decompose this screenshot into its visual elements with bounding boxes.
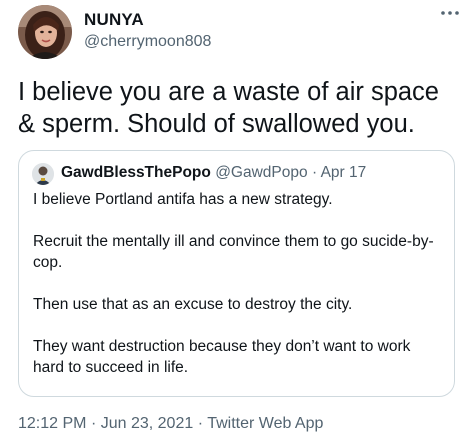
tweet: NUNYA @cherrymoon808 I believe you are a… xyxy=(0,0,474,442)
tweet-meta: 12:12 PM · Jun 23, 2021 · Twitter Web Ap… xyxy=(18,415,323,433)
author-avatar[interactable] xyxy=(18,5,72,59)
quoted-author-name[interactable]: GawdBlessThePopo xyxy=(61,164,211,181)
author-name[interactable]: NUNYA xyxy=(84,10,144,30)
quoted-paragraph: Recruit the mentally ill and convince th… xyxy=(33,233,434,271)
quoted-tweet-header: GawdBlessThePopo @GawdPopo · Apr 17 xyxy=(61,164,366,182)
quoted-tweet-body: I believe Portland antifa has a new stra… xyxy=(33,189,443,378)
quoted-paragraph: Then use that as an excuse to destroy th… xyxy=(33,296,353,313)
quoted-tweet-card[interactable]: GawdBlessThePopo @GawdPopo · Apr 17 I be… xyxy=(18,150,455,397)
tweet-time[interactable]: 12:12 PM xyxy=(18,415,86,432)
quoted-paragraph: I believe Portland antifa has a new stra… xyxy=(33,191,333,208)
quoted-author-avatar-image xyxy=(32,163,54,185)
meta-separator: · xyxy=(197,415,204,432)
meta-separator: · xyxy=(90,415,97,432)
tweet-date[interactable]: Jun 23, 2021 xyxy=(101,415,194,432)
tweet-source[interactable]: Twitter Web App xyxy=(207,415,323,432)
quoted-paragraph: They want destruction because they don’t… xyxy=(33,338,411,376)
author-handle[interactable]: @cherrymoon808 xyxy=(84,33,211,51)
quoted-header-separator: · xyxy=(311,164,318,181)
author-avatar-image xyxy=(18,5,72,59)
more-horizontal-icon[interactable] xyxy=(440,6,460,18)
tweet-text: I believe you are a waste of air space &… xyxy=(18,78,439,138)
quoted-author-avatar xyxy=(32,163,54,185)
quoted-tweet-date[interactable]: Apr 17 xyxy=(321,164,367,181)
quoted-author-handle[interactable]: @GawdPopo xyxy=(215,164,307,181)
